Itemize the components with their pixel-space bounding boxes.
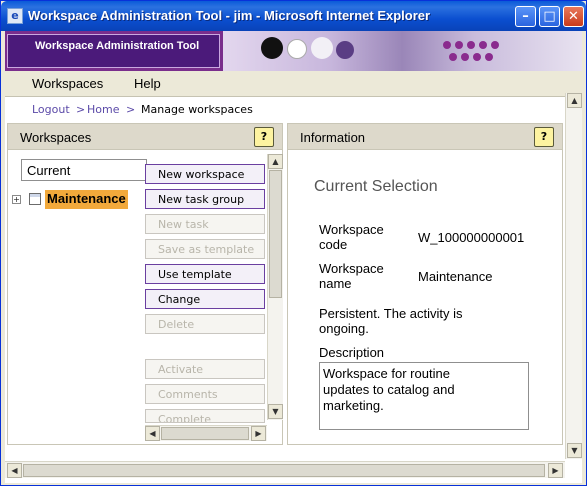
description-label: Description [319, 345, 385, 360]
comments-button[interactable]: Comments [145, 384, 265, 404]
scroll-up-icon[interactable]: ▲ [567, 93, 582, 108]
workspace-name-value: Maintenance [418, 269, 493, 284]
breadcrumb-current: Manage workspaces [141, 103, 253, 116]
information-panel-header: Information ? [288, 124, 562, 150]
breadcrumb-separator: > [76, 103, 86, 116]
delete-button[interactable]: Delete [145, 314, 265, 334]
menu-help[interactable]: Help [134, 76, 161, 91]
app-banner: Workspace Administration Tool [5, 31, 582, 71]
help-icon[interactable]: ? [254, 127, 274, 147]
complete-button[interactable]: Complete [145, 409, 265, 423]
workspaces-panel-title: Workspaces [20, 130, 92, 145]
logout-link[interactable]: Logout [32, 103, 70, 116]
activate-button[interactable]: Activate [145, 359, 265, 379]
scroll-down-icon[interactable]: ▼ [567, 443, 582, 458]
menu-workspaces[interactable]: Workspaces [32, 76, 103, 91]
breadcrumb: Logout > Home > Manage workspaces [5, 97, 565, 122]
scroll-left-icon[interactable]: ◀ [7, 463, 22, 478]
tree-item-label[interactable]: Maintenance [45, 190, 128, 209]
page-content: Workspace Administration Tool Workspaces [5, 31, 582, 483]
menu-bar: Workspaces Help [5, 71, 582, 97]
page-vertical-scrollbar[interactable]: ▲ ▼ [565, 93, 582, 459]
maximize-button[interactable]: □ [539, 6, 560, 27]
buttons-horizontal-scrollbar[interactable]: ◀ ▶ [145, 425, 267, 441]
description-field[interactable]: Workspace for routine updates to catalog… [319, 362, 529, 430]
scroll-up-icon[interactable]: ▲ [268, 154, 283, 169]
close-button[interactable]: ✕ [563, 6, 584, 27]
new-task-group-button[interactable]: New task group [145, 189, 265, 209]
new-task-button[interactable]: New task [145, 214, 265, 234]
change-button[interactable]: Change [145, 289, 265, 309]
home-link[interactable]: Home [87, 103, 119, 116]
help-icon[interactable]: ? [534, 127, 554, 147]
breadcrumb-separator: > [126, 103, 136, 116]
information-panel-title: Information [300, 130, 366, 145]
scroll-thumb[interactable] [269, 170, 282, 298]
minimize-button[interactable]: – [515, 6, 536, 27]
current-selection-heading: Current Selection [314, 178, 438, 195]
workspace-name-label: Workspace name [319, 261, 384, 291]
workspace-code-label: Workspace code [319, 222, 384, 252]
window-title: Workspace Administration Tool - jim - Mi… [28, 8, 431, 23]
app-title: Workspace Administration Tool [7, 34, 220, 68]
scroll-right-icon[interactable]: ▶ [548, 463, 563, 478]
browser-window: e Workspace Administration Tool - jim - … [0, 0, 587, 486]
expand-icon[interactable]: + [12, 195, 21, 204]
new-workspace-button[interactable]: New workspace [145, 164, 265, 184]
scroll-right-icon[interactable]: ▶ [251, 426, 266, 441]
scroll-thumb[interactable] [23, 464, 545, 477]
scroll-left-icon[interactable]: ◀ [145, 426, 160, 441]
use-template-button[interactable]: Use template [145, 264, 265, 284]
banner-art [223, 31, 582, 71]
information-panel: Information ? Current Selection Workspac… [287, 123, 563, 445]
save-as-template-button[interactable]: Save as template [145, 239, 265, 259]
scroll-thumb[interactable] [161, 427, 249, 440]
status-text: Persistent. The activity is ongoing. [319, 306, 463, 336]
workspace-filter-field[interactable]: Current [21, 159, 147, 181]
workspace-code-value: W_100000000001 [418, 230, 525, 245]
ie-icon: e [7, 8, 23, 24]
page-horizontal-scrollbar[interactable]: ◀ ▶ [5, 461, 565, 478]
buttons-vertical-scrollbar[interactable]: ▲ ▼ [267, 154, 283, 420]
scroll-down-icon[interactable]: ▼ [268, 404, 283, 419]
workspaces-panel: Workspaces ? Current + Maintenance New w… [7, 123, 283, 445]
workspaces-panel-header: Workspaces ? [8, 124, 282, 150]
title-bar[interactable]: e Workspace Administration Tool - jim - … [1, 1, 586, 31]
workspace-icon [29, 193, 41, 205]
